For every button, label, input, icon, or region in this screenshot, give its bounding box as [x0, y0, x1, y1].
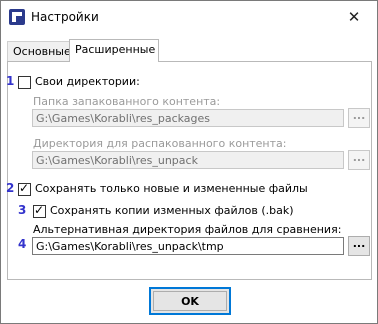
tab-basic[interactable]: Основные [7, 41, 73, 61]
compare-dir-browse-button[interactable]: ... [348, 236, 370, 256]
advanced-settings-panel: 1 Свои директории: Папка запакованного к… [6, 61, 372, 280]
custom-dirs-label: Свои директории: [35, 75, 140, 88]
marker-2: 2 [6, 181, 15, 195]
unpacked-dir-browse-button[interactable]: ... [348, 150, 370, 170]
unpacked-dir-label: Директория для распакованного контента: [33, 137, 287, 150]
save-only-changed-label: Сохранять только новые и измененные файл… [35, 182, 308, 195]
compare-dir-field[interactable]: G:\Games\Korabli\res_unpack\tmp [32, 237, 344, 255]
tab-advanced[interactable]: Расширенные [69, 39, 159, 62]
custom-dirs-checkbox[interactable] [18, 76, 31, 89]
marker-1: 1 [6, 74, 15, 88]
app-icon [9, 9, 25, 25]
close-icon: ✕ [347, 8, 361, 26]
packed-dir-label: Папка запакованного контента: [33, 95, 221, 108]
unpacked-dir-field[interactable]: G:\Games\Korabli\res_unpack [32, 151, 344, 169]
title-bar: Настройки ✕ [1, 1, 377, 33]
save-backup-checkbox[interactable] [33, 203, 46, 218]
window-title: Настройки [31, 10, 99, 24]
marker-4: 4 [18, 237, 27, 251]
packed-dir-browse-button[interactable]: ... [348, 108, 370, 128]
save-only-changed-checkbox[interactable] [18, 181, 31, 196]
ok-button[interactable]: OK [149, 287, 231, 315]
marker-3: 3 [18, 203, 27, 217]
compare-dir-label: Альтернативная директория файлов для сра… [33, 223, 342, 236]
save-backup-label: Сохранять копии изменных файлов (.bak) [50, 204, 294, 217]
settings-window: Настройки ✕ Основные Расширенные 1 Свои … [0, 0, 378, 324]
packed-dir-field[interactable]: G:\Games\Korabli\res_packages [32, 109, 344, 127]
ok-focus-ring [153, 291, 227, 311]
close-button[interactable]: ✕ [331, 1, 377, 33]
